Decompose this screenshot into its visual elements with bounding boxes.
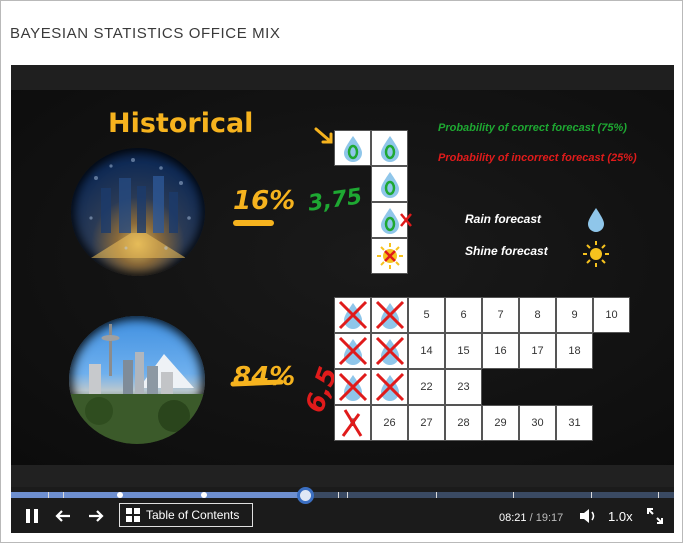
- chapter-tick[interactable]: [347, 492, 348, 498]
- table-of-contents-label: Table of Contents: [146, 508, 240, 522]
- calendar-cell: 9: [556, 297, 593, 333]
- raindrop-legend-icon: [588, 208, 604, 232]
- playback-speed-button[interactable]: 1.0x: [608, 509, 633, 524]
- rainy-city-photo: [71, 148, 205, 276]
- current-time: 08:21: [499, 512, 527, 524]
- calendar-cell: 10: [593, 297, 630, 333]
- chapter-tick[interactable]: [63, 492, 64, 498]
- rain-drop-cell: [371, 130, 408, 166]
- progress-scrubber[interactable]: [297, 487, 314, 504]
- calendar-cell-crossed: [371, 333, 408, 369]
- player-controls: Table of Contents 08:21 / 19:17 1.0x: [11, 487, 674, 533]
- calendar-cell: 15: [445, 333, 482, 369]
- calendar-cell: 16: [482, 333, 519, 369]
- calendar-cell: 30: [519, 405, 556, 441]
- progress-bar[interactable]: [11, 487, 674, 504]
- next-icon: [89, 510, 104, 522]
- calendar-cell: 5: [408, 297, 445, 333]
- calendar-cell: 31: [556, 405, 593, 441]
- calendar-cell: 6: [445, 297, 482, 333]
- slide-title: Historical: [108, 108, 254, 139]
- rain-drop-cell: [371, 166, 408, 202]
- video-player[interactable]: Historical 16% 3,75 84% 6,5 Probability …: [11, 65, 674, 533]
- calendar-cell: 17: [519, 333, 556, 369]
- volume-button[interactable]: [578, 505, 598, 527]
- progress-fill: [11, 492, 306, 498]
- yellow-dash-mark: [230, 379, 284, 387]
- rain-percent: 16%: [233, 186, 296, 216]
- calendar-cell-crossed: 5: [334, 405, 371, 441]
- calendar-cell: 22: [408, 369, 445, 405]
- prob-incorrect-label: Probability of incorrect forecast (25%): [438, 152, 637, 164]
- sun-legend-icon: [583, 241, 609, 267]
- volume-icon: [580, 509, 595, 523]
- player-top-bar: [11, 65, 674, 90]
- fullscreen-icon: [647, 508, 663, 524]
- calendar-cell: 27: [408, 405, 445, 441]
- chapter-tick[interactable]: [658, 492, 659, 498]
- pause-icon: [26, 509, 38, 523]
- calendar-cell-crossed: [334, 297, 371, 333]
- calendar-cell: 26: [371, 405, 408, 441]
- chapter-tick[interactable]: [48, 492, 49, 498]
- previous-icon: [55, 510, 70, 522]
- previous-slide-button[interactable]: [53, 505, 73, 527]
- calendar-cell: 14: [408, 333, 445, 369]
- chapter-tick[interactable]: [591, 492, 592, 498]
- shine-forecast-label: Shine forecast: [465, 244, 548, 258]
- calendar-cell-crossed: [371, 369, 408, 405]
- grid-icon: [126, 508, 140, 522]
- rain-annotation: 3,75: [306, 184, 364, 217]
- chapter-tick[interactable]: [338, 492, 339, 498]
- raindrop-icon: [380, 136, 399, 162]
- chapter-marker[interactable]: [201, 492, 207, 498]
- app-title: BAYESIAN STATISTICS OFFICE MIX: [10, 25, 281, 42]
- pause-button[interactable]: [23, 505, 41, 527]
- calendar-cell: 23: [445, 369, 482, 405]
- duration: 19:17: [535, 512, 564, 524]
- calendar-cell: 29: [482, 405, 519, 441]
- sun-cell: [371, 238, 408, 274]
- fullscreen-button[interactable]: [646, 505, 664, 527]
- chapter-tick[interactable]: [513, 492, 514, 498]
- calendar-cell: 8: [519, 297, 556, 333]
- rain-forecast-label: Rain forecast: [465, 212, 542, 226]
- calendar-cell: 7: [482, 297, 519, 333]
- app-window: BAYESIAN STATISTICS OFFICE MIX Historica…: [0, 0, 683, 543]
- next-slide-button[interactable]: [86, 505, 106, 527]
- underline-mark: [233, 220, 274, 226]
- calendar-cell-crossed: [371, 297, 408, 333]
- rain-drop-cell: [334, 130, 371, 166]
- slide-bottom-strip: [11, 465, 674, 487]
- red-x-mark: [400, 213, 412, 227]
- table-of-contents-button[interactable]: Table of Contents: [119, 503, 253, 527]
- chapter-marker[interactable]: [117, 492, 123, 498]
- time-separator: /: [529, 512, 533, 524]
- sun-icon: [376, 243, 403, 269]
- chapter-tick[interactable]: [436, 492, 437, 498]
- calendar-cell-crossed: [334, 333, 371, 369]
- time-display: 08:21 / 19:17: [499, 512, 563, 524]
- raindrop-icon: [343, 136, 362, 162]
- prob-correct-label: Probability of correct forecast (75%): [438, 122, 627, 134]
- calendar-cell: 28: [445, 405, 482, 441]
- calendar-cell-crossed: [334, 369, 371, 405]
- calendar-cell: 18: [556, 333, 593, 369]
- sunny-city-photo: [69, 316, 205, 444]
- raindrop-icon: [380, 172, 399, 198]
- slide-canvas: Historical 16% 3,75 84% 6,5 Probability …: [11, 90, 674, 465]
